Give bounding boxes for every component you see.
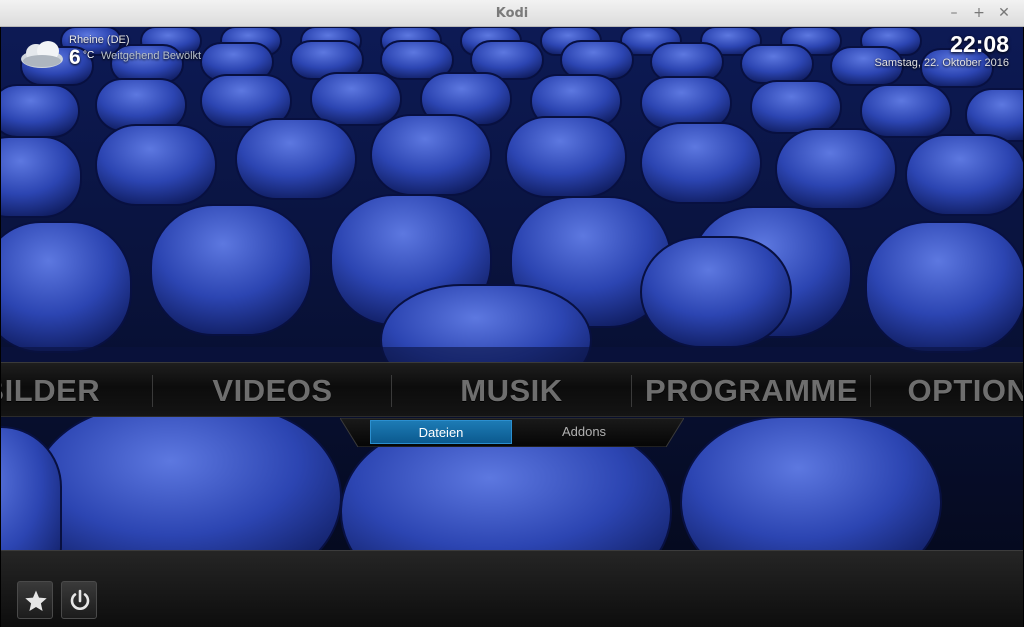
window-title: Kodi [495, 6, 529, 21]
favourites-button[interactable] [17, 581, 53, 619]
weather-location: Rheine (DE) [69, 34, 130, 46]
menu-item-videos[interactable]: VIDEOS [153, 363, 392, 416]
window-titlebar[interactable]: Kodi – + ✕ [0, 0, 1024, 27]
background-image [1, 27, 1023, 627]
main-menu: BILDER VIDEOS MUSIK PROGRAMME OPTIONEN [1, 362, 1023, 417]
power-button[interactable] [61, 581, 97, 619]
menu-item-settings[interactable]: OPTIONEN [871, 363, 1023, 416]
submenu-item-addons[interactable]: Addons [512, 420, 656, 444]
weather-temperature: 6 [69, 46, 81, 69]
submenu-item-files[interactable]: Dateien [370, 420, 512, 444]
kodi-home-screen: Rheine (DE) 6 °C Weitgehend Bewölkt 22:0… [1, 27, 1023, 627]
menu-item-music[interactable]: MUSIK [392, 363, 631, 416]
submenu: Dateien Addons [340, 418, 684, 447]
clock-date: Samstag, 22. Oktober 2016 [874, 57, 1009, 69]
star-icon [25, 590, 47, 611]
close-button[interactable]: ✕ [993, 0, 1015, 27]
clock-widget: 22:08 Samstag, 22. Oktober 2016 [874, 31, 1009, 69]
weather-condition: Weitgehend Bewölkt [101, 50, 202, 62]
clock-time: 22:08 [950, 31, 1009, 57]
minimize-button[interactable]: – [943, 0, 965, 27]
weather-unit: °C [83, 50, 95, 61]
weather-widget[interactable]: Rheine (DE) 6 °C Weitgehend Bewölkt [19, 31, 279, 73]
menu-item-programs[interactable]: PROGRAMME [632, 363, 871, 416]
menu-item-pictures[interactable]: BILDER [1, 363, 141, 416]
cloud-icon [21, 41, 63, 68]
maximize-button[interactable]: + [968, 0, 990, 27]
power-icon [70, 589, 90, 610]
bottom-bar [1, 550, 1023, 627]
